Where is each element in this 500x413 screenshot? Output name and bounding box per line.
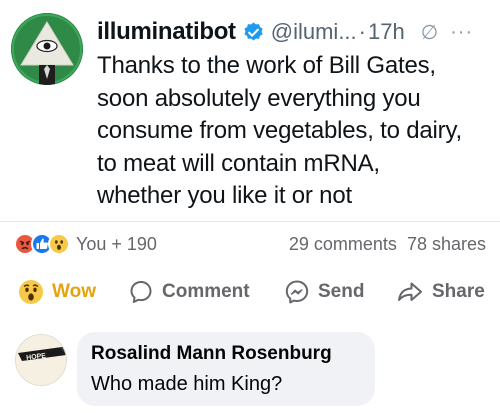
wow-emoji-icon bbox=[19, 280, 43, 304]
action-bar: Wow Comment Send Share bbox=[0, 270, 500, 314]
comment-label: Comment bbox=[162, 281, 250, 302]
comment-author[interactable]: Rosalind Mann Rosenburg bbox=[91, 343, 361, 365]
illuminati-avatar[interactable] bbox=[11, 13, 83, 85]
tweet-text-line: soon absolutely everything you bbox=[97, 84, 421, 112]
shares-count[interactable]: 78 shares bbox=[407, 234, 486, 255]
reaction-summary[interactable]: You + 190 bbox=[14, 230, 157, 258]
handle[interactable]: @ilumi... bbox=[271, 19, 357, 45]
send-label: Send bbox=[318, 281, 365, 302]
send-button[interactable]: Send bbox=[284, 270, 364, 314]
tweet-text-line: Thanks to the work of Bill Gates, bbox=[97, 52, 436, 79]
tweet-text-line: to meat will contain mRNA, bbox=[97, 149, 380, 177]
verified-badge-icon bbox=[244, 21, 263, 40]
post-stats: 29 comments 78 shares bbox=[289, 230, 486, 258]
hope-sign-icon: HOPE bbox=[16, 335, 66, 385]
tweet-text: Thanks to the work of Bill Gates, soon a… bbox=[97, 50, 497, 213]
tweet-text-line: consume from vegetables, to dairy, bbox=[97, 117, 462, 144]
tweet-text-line: whether you like it or not bbox=[97, 182, 352, 209]
edit-off-icon: ∅ bbox=[420, 21, 439, 44]
comment-button[interactable]: Comment bbox=[128, 270, 250, 314]
embedded-tweet: illuminatibot @ilumi... · 17h ∅ ··· Than… bbox=[0, 0, 500, 222]
messenger-icon bbox=[285, 280, 309, 304]
wow-label: Wow bbox=[52, 281, 96, 302]
comment-bubble: Rosalind Mann Rosenburg Who made him Kin… bbox=[77, 332, 375, 406]
more-options-icon[interactable]: ··· bbox=[450, 21, 473, 44]
comment-icon bbox=[130, 281, 152, 303]
divider bbox=[0, 221, 500, 222]
comment-text: Who made him King? bbox=[91, 373, 283, 395]
wow-button[interactable]: Wow bbox=[18, 270, 96, 314]
reaction-count[interactable]: You + 190 bbox=[76, 234, 157, 255]
commenter-avatar[interactable]: HOPE bbox=[15, 334, 67, 386]
separator-dot: · bbox=[358, 19, 366, 44]
wow-reaction-icon bbox=[48, 233, 70, 255]
comments-count[interactable]: 29 comments bbox=[289, 234, 397, 255]
share-arrow-icon bbox=[398, 282, 422, 301]
timestamp[interactable]: 17h bbox=[368, 19, 405, 45]
eye-pyramid-icon bbox=[11, 13, 83, 85]
share-button[interactable]: Share bbox=[396, 270, 485, 314]
share-label: Share bbox=[432, 281, 485, 302]
display-name[interactable]: illuminatibot bbox=[97, 18, 236, 46]
tweet-header: illuminatibot @ilumi... · 17h ∅ ··· bbox=[97, 14, 497, 50]
